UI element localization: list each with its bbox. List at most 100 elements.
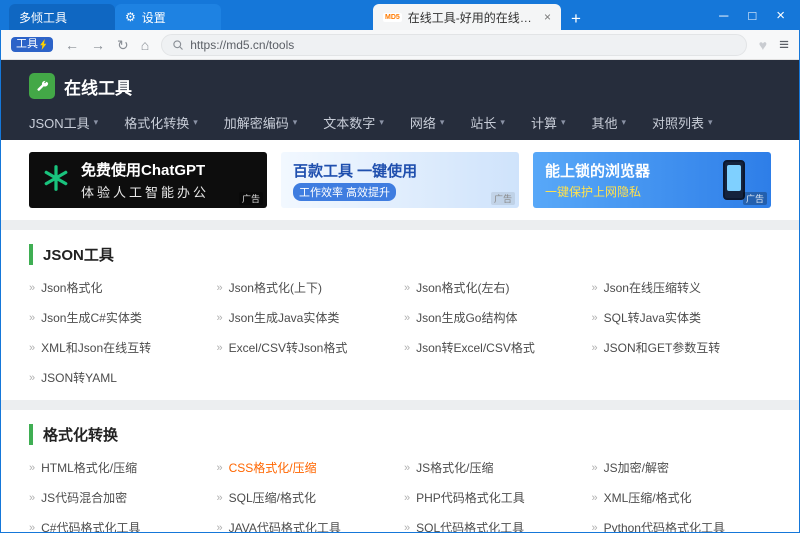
chevron-down-icon: ▾ (500, 117, 505, 128)
ad-tools[interactable]: 百款工具 一键使用 工作效率 高效提升 广告 (281, 152, 519, 208)
ad-text: 能上锁的浏览器 一键保护上网隐私 (545, 160, 650, 200)
tool-link[interactable]: »HTML格式化/压缩 (29, 459, 209, 476)
tool-link-label: JS代码混合加密 (41, 489, 127, 506)
nav-item-label: 计算 (531, 113, 557, 132)
favorite-heart-icon[interactable]: ♥ (759, 37, 767, 53)
address-bar[interactable]: https://md5.cn/tools (161, 34, 747, 56)
tool-link[interactable]: »JS加密/解密 (592, 459, 772, 476)
maximize-button[interactable]: □ (748, 9, 756, 22)
tool-link[interactable]: »JSON和GET参数互转 (592, 339, 772, 356)
nav-item-5[interactable]: 站长 ▾ (470, 113, 505, 132)
search-icon (172, 39, 184, 51)
tool-link-label: SQL压缩/格式化 (229, 489, 316, 506)
ad-browser[interactable]: 能上锁的浏览器 一键保护上网隐私 广告 (533, 152, 771, 208)
bullet-icon: » (404, 462, 410, 474)
nav-item-8[interactable]: 对照列表▾ (652, 113, 713, 132)
minimize-button[interactable]: ─ (719, 9, 728, 22)
tool-link[interactable]: »Json格式化(上下) (217, 279, 397, 296)
menu-icon[interactable]: ≡ (779, 35, 789, 55)
bullet-icon: » (404, 522, 410, 533)
ad-line2: 一键保护上网隐私 (545, 183, 650, 200)
tools-badge-label: 工具 (16, 39, 38, 50)
back-button[interactable]: ← (65, 38, 79, 52)
tool-link[interactable]: »XML和Json在线互转 (29, 339, 209, 356)
tool-link[interactable]: »PHP代码格式化工具 (404, 489, 584, 506)
tool-link[interactable]: » SQL转Java实体类 (592, 309, 772, 326)
tool-link-label: JSON和GET参数互转 (604, 339, 721, 356)
nav-item-6[interactable]: 计算▾ (531, 113, 566, 132)
nav-item-0[interactable]: JSON工具▾ (29, 113, 98, 132)
tab-settings[interactable]: ⚙ 设置 (115, 4, 221, 30)
tool-link[interactable]: »JAVA代码格式化工具 (217, 519, 397, 532)
tool-link-label: Python代码格式化工具 (604, 519, 725, 532)
nav-item-7[interactable]: 其他▾ (591, 113, 626, 132)
bullet-icon: » (217, 282, 223, 294)
ad-line1: 百款工具 一键使用 (293, 160, 417, 181)
nav-item-label: 网络 (410, 113, 436, 132)
home-button[interactable]: ⌂ (141, 38, 149, 52)
refresh-button[interactable]: ↻ (117, 38, 129, 52)
browser-toolbar: 工具 ← → ↻ ⌂ https://md5.cn/tools ♥ ≡ (1, 30, 799, 60)
tool-link[interactable]: »XML压缩/格式化 (592, 489, 772, 506)
tool-link-label: SQL转Java实体类 (604, 309, 701, 326)
tool-link[interactable]: »Json格式化(左右) (404, 279, 584, 296)
tool-link-label: XML和Json在线互转 (41, 339, 151, 356)
bullet-icon: » (592, 462, 598, 474)
tool-link-grid: »HTML格式化/压缩»CSS格式化/压缩»JS格式化/压缩»JS加密/解密»J… (29, 459, 771, 532)
new-tab-button[interactable]: + (571, 10, 581, 27)
site-title: 在线工具 (64, 74, 132, 99)
tool-link-label: CSS格式化/压缩 (229, 459, 317, 476)
logo-row: 在线工具 (29, 68, 771, 104)
bullet-icon: » (592, 492, 598, 504)
nav-item-label: 格式化转换 (124, 113, 189, 132)
bullet-icon: » (592, 522, 598, 533)
nav-item-4[interactable]: 网络 ▾ (410, 113, 445, 132)
gear-icon: ⚙ (125, 10, 136, 24)
nav-item-3[interactable]: 文本数字▾ (323, 113, 384, 132)
bullet-icon: » (592, 312, 598, 324)
tool-link[interactable]: » CSS格式化/压缩 (217, 459, 397, 476)
nav-item-1[interactable]: 格式化转换 ▾ (124, 113, 198, 132)
bullet-icon: » (29, 312, 35, 324)
forward-button[interactable]: → (91, 38, 105, 52)
tool-link-label: Json在线压缩转义 (604, 279, 701, 296)
close-button[interactable]: × (776, 8, 785, 23)
tools-badge[interactable]: 工具 (11, 37, 53, 52)
tool-link[interactable]: »Json转Excel/CSV格式 (404, 339, 584, 356)
tab-close-icon[interactable]: × (544, 10, 551, 24)
nav-item-label: 站长 (470, 113, 496, 132)
chevron-down-icon: ▾ (440, 117, 445, 128)
tool-link[interactable]: »Json生成Java实体类 (217, 309, 397, 326)
tab-label: 在线工具-好用的在线工具都... (408, 9, 538, 26)
tab-multi-tools[interactable]: 多倾工具 (9, 4, 115, 30)
browser-window: 多倾工具 ⚙ 设置 MD5 在线工具-好用的在线工具都... × + ─ □ ×… (0, 0, 800, 533)
tab-online-tools[interactable]: MD5 在线工具-好用的在线工具都... × (373, 4, 561, 30)
md5-favicon: MD5 (383, 13, 402, 22)
tool-link[interactable]: »C#代码格式化工具 (29, 519, 209, 532)
tool-link[interactable]: »Json格式化 (29, 279, 209, 296)
nav-item-label: 对照列表 (652, 113, 704, 132)
nav-item-2[interactable]: 加解密编码▾ (224, 113, 298, 132)
tool-link[interactable]: »Excel/CSV转Json格式 (217, 339, 397, 356)
ad-line1: 能上锁的浏览器 (545, 160, 650, 181)
tool-link-label: C#代码格式化工具 (41, 519, 140, 532)
tool-link[interactable]: » Python代码格式化工具 (592, 519, 772, 532)
tool-link[interactable]: »JSON转YAML (29, 369, 209, 386)
section-title: 格式化转换 (29, 424, 771, 445)
tool-link-label: HTML格式化/压缩 (41, 459, 137, 476)
tool-link-label: Json生成Java实体类 (229, 309, 340, 326)
tool-link[interactable]: »Json生成Go结构体 (404, 309, 584, 326)
tool-link[interactable]: »SQL代码格式化工具 (404, 519, 584, 532)
nav-item-label: 其他 (591, 113, 617, 132)
ad-label: 广告 (491, 192, 515, 205)
chevron-down-icon: ▾ (193, 117, 198, 128)
tool-link-label: JAVA代码格式化工具 (229, 519, 341, 532)
tool-link[interactable]: »JS代码混合加密 (29, 489, 209, 506)
chevron-down-icon: ▾ (94, 117, 99, 128)
tool-link[interactable]: »Json在线压缩转义 (592, 279, 772, 296)
tool-link[interactable]: »Json生成C#实体类 (29, 309, 209, 326)
ad-chatgpt[interactable]: 免费使用ChatGPT 体验人工智能办公 广告 (29, 152, 267, 208)
tool-link[interactable]: »SQL压缩/格式化 (217, 489, 397, 506)
tool-link[interactable]: »JS格式化/压缩 (404, 459, 584, 476)
bullet-icon: » (217, 462, 223, 474)
